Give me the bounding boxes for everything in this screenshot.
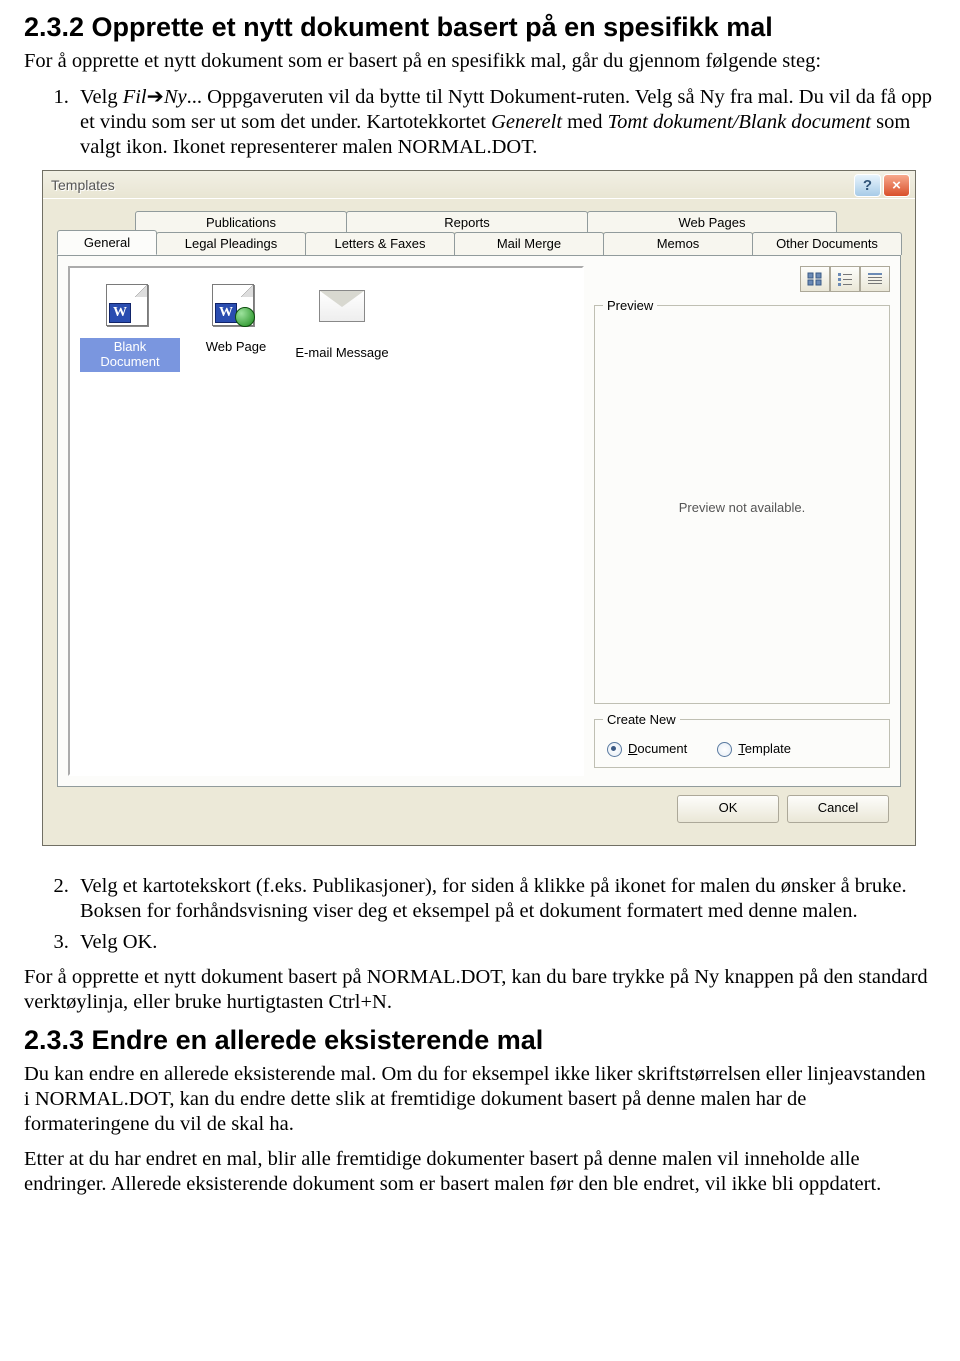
dialog-titlebar: Templates ? × bbox=[43, 171, 915, 199]
template-blank-document[interactable]: W Blank Document bbox=[80, 284, 180, 372]
radio-icon bbox=[717, 742, 732, 757]
view-large-icons-button[interactable] bbox=[800, 266, 830, 292]
template-label: Web Page bbox=[186, 338, 286, 357]
web-page-icon: W bbox=[212, 284, 260, 332]
template-web-page[interactable]: W Web Page bbox=[186, 284, 286, 357]
radio-template[interactable]: Template bbox=[717, 741, 791, 757]
section-233-p2: Etter at du har endret en mal, blir alle… bbox=[24, 1147, 936, 1197]
preview-legend: Preview bbox=[603, 298, 657, 313]
preview-text: Preview not available. bbox=[603, 321, 881, 695]
word-document-icon: W bbox=[106, 284, 154, 332]
tab-publications[interactable]: Publications bbox=[135, 211, 347, 232]
tab-other-documents[interactable]: Other Documents bbox=[752, 232, 902, 255]
close-button[interactable]: × bbox=[883, 174, 910, 197]
tab-general[interactable]: General bbox=[57, 230, 157, 255]
section-232-heading: 2.3.2 Opprette et nytt dokument basert p… bbox=[24, 12, 936, 43]
create-new-group: Create New Document Template bbox=[594, 712, 890, 768]
template-email-message[interactable]: E-mail Message bbox=[292, 284, 392, 363]
step-3: Velg OK. bbox=[74, 930, 936, 955]
cancel-button[interactable]: Cancel bbox=[787, 795, 889, 823]
list-icon bbox=[837, 272, 853, 286]
section-232-intro: For å opprette et nytt dokument som er b… bbox=[24, 49, 936, 74]
templates-dialog: Templates ? × Publications Reports Web P… bbox=[42, 170, 916, 846]
template-label: Blank Document bbox=[80, 338, 180, 372]
section-232-after: For å opprette et nytt dokument basert p… bbox=[24, 965, 936, 1015]
dialog-title: Templates bbox=[51, 177, 115, 193]
large-icons-icon bbox=[807, 272, 823, 286]
close-icon: × bbox=[892, 177, 901, 194]
tab-legal-pleadings[interactable]: Legal Pleadings bbox=[156, 232, 306, 255]
step-2: Velg et kartotekskort (f.eks. Publikasjo… bbox=[74, 874, 936, 924]
tab-mail-merge[interactable]: Mail Merge bbox=[454, 232, 604, 255]
email-icon bbox=[318, 290, 366, 338]
template-list: W Blank Document W Web Page bbox=[68, 266, 584, 776]
view-details-button[interactable] bbox=[860, 266, 890, 292]
tab-reports[interactable]: Reports bbox=[346, 211, 588, 232]
tab-memos[interactable]: Memos bbox=[603, 232, 753, 255]
view-list-button[interactable] bbox=[830, 266, 860, 292]
tab-letters-faxes[interactable]: Letters & Faxes bbox=[305, 232, 455, 255]
ok-button[interactable]: OK bbox=[677, 795, 779, 823]
step-1: Velg Fil➔Ny... Oppgaveruten vil da bytte… bbox=[74, 84, 936, 160]
help-button[interactable]: ? bbox=[854, 174, 881, 197]
create-new-legend: Create New bbox=[603, 712, 680, 727]
tab-web-pages[interactable]: Web Pages bbox=[587, 211, 837, 232]
preview-group: Preview Preview not available. bbox=[594, 298, 890, 704]
radio-icon bbox=[607, 742, 622, 757]
radio-document[interactable]: Document bbox=[607, 741, 687, 757]
tab-strip: Publications Reports Web Pages General L… bbox=[57, 211, 901, 255]
details-icon bbox=[867, 272, 883, 286]
section-233-p1: Du kan endre en allerede eksisterende ma… bbox=[24, 1062, 936, 1137]
template-label: E-mail Message bbox=[292, 344, 392, 363]
help-icon: ? bbox=[863, 177, 872, 194]
section-233-heading: 2.3.3 Endre en allerede eksisterende mal bbox=[24, 1025, 936, 1056]
